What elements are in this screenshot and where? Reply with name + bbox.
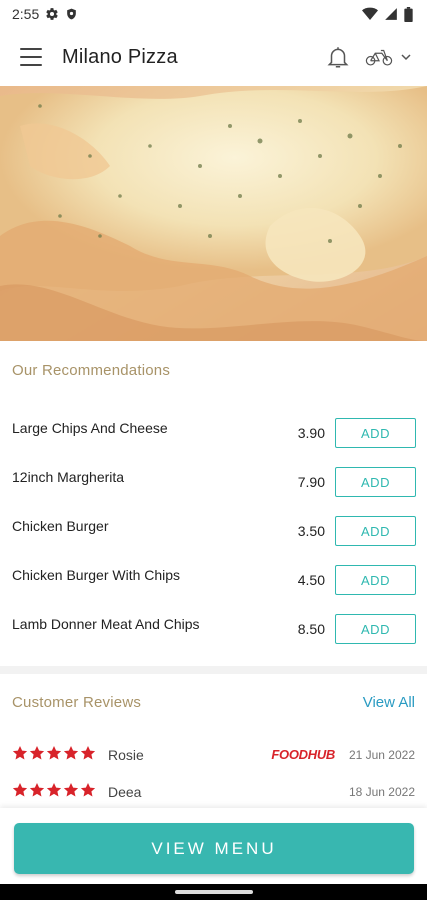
settings-icon xyxy=(46,8,58,20)
star-icon xyxy=(46,746,62,760)
view-all-link[interactable]: View All xyxy=(363,694,415,711)
star-icon xyxy=(63,746,79,760)
recommendations-title: Our Recommendations xyxy=(12,362,171,379)
item-price: 4.50 xyxy=(297,572,325,588)
battery-icon xyxy=(404,6,413,22)
list-item: Chicken Burger With Chips 4.50 ADD xyxy=(0,555,427,595)
hero-pizza-image xyxy=(0,86,427,341)
star-icon xyxy=(46,783,62,797)
review-date: 18 Jun 2022 xyxy=(348,785,415,799)
reviewer-name: Deea xyxy=(108,784,142,800)
foodhub-logo: FOODHUB xyxy=(271,747,335,762)
signal-icon xyxy=(385,8,397,20)
item-price: 8.50 xyxy=(297,621,325,637)
status-bar: 2:55 xyxy=(0,0,427,28)
star-rating xyxy=(12,745,96,761)
item-name: Chicken Burger With Chips xyxy=(12,567,181,583)
star-icon xyxy=(29,746,45,760)
delivery-bike-icon[interactable] xyxy=(365,46,393,68)
add-button[interactable]: ADD xyxy=(335,614,416,644)
bottom-panel: VIEW MENU xyxy=(0,808,427,884)
bell-icon[interactable] xyxy=(325,44,351,70)
reviews-title: Customer Reviews xyxy=(12,694,142,711)
review-item: Deea 18 Jun 2022 xyxy=(0,782,427,808)
star-icon xyxy=(63,783,79,797)
shield-icon xyxy=(67,8,77,20)
item-name: 12inch Margherita xyxy=(12,469,125,485)
review-item: Rosie FOODHUB 21 Jun 2022 xyxy=(0,745,427,771)
item-price: 3.90 xyxy=(297,425,325,441)
star-icon xyxy=(80,783,96,797)
item-name: Chicken Burger xyxy=(12,518,109,534)
star-icon xyxy=(12,783,28,797)
add-button[interactable]: ADD xyxy=(335,516,416,546)
star-icon xyxy=(29,783,45,797)
add-button[interactable]: ADD xyxy=(335,565,416,595)
list-item: Lamb Donner Meat And Chips 8.50 ADD xyxy=(0,604,427,644)
item-name: Lamb Donner Meat And Chips xyxy=(12,616,200,632)
list-item: Chicken Burger 3.50 ADD xyxy=(0,506,427,546)
chevron-down-icon[interactable] xyxy=(399,50,413,64)
list-item: Large Chips And Cheese 3.90 ADD xyxy=(0,408,427,448)
app-bar: Milano Pizza xyxy=(0,28,427,86)
item-price: 3.50 xyxy=(297,523,325,539)
add-button[interactable]: ADD xyxy=(335,418,416,448)
section-divider xyxy=(0,666,427,674)
star-icon xyxy=(80,746,96,760)
menu-icon[interactable] xyxy=(20,48,42,66)
view-menu-button[interactable]: VIEW MENU xyxy=(14,823,414,874)
add-button[interactable]: ADD xyxy=(335,467,416,497)
home-handle[interactable] xyxy=(175,890,253,894)
wifi-icon xyxy=(362,7,378,21)
reviewer-name: Rosie xyxy=(108,747,144,763)
item-name: Large Chips And Cheese xyxy=(12,420,168,436)
system-nav-bar xyxy=(0,884,427,900)
page-title: Milano Pizza xyxy=(62,45,178,68)
list-item: 12inch Margherita 7.90 ADD xyxy=(0,457,427,497)
status-time: 2:55 xyxy=(12,6,40,22)
item-price: 7.90 xyxy=(297,474,325,490)
star-icon xyxy=(12,746,28,760)
star-rating xyxy=(12,782,96,798)
review-date: 21 Jun 2022 xyxy=(348,748,415,762)
